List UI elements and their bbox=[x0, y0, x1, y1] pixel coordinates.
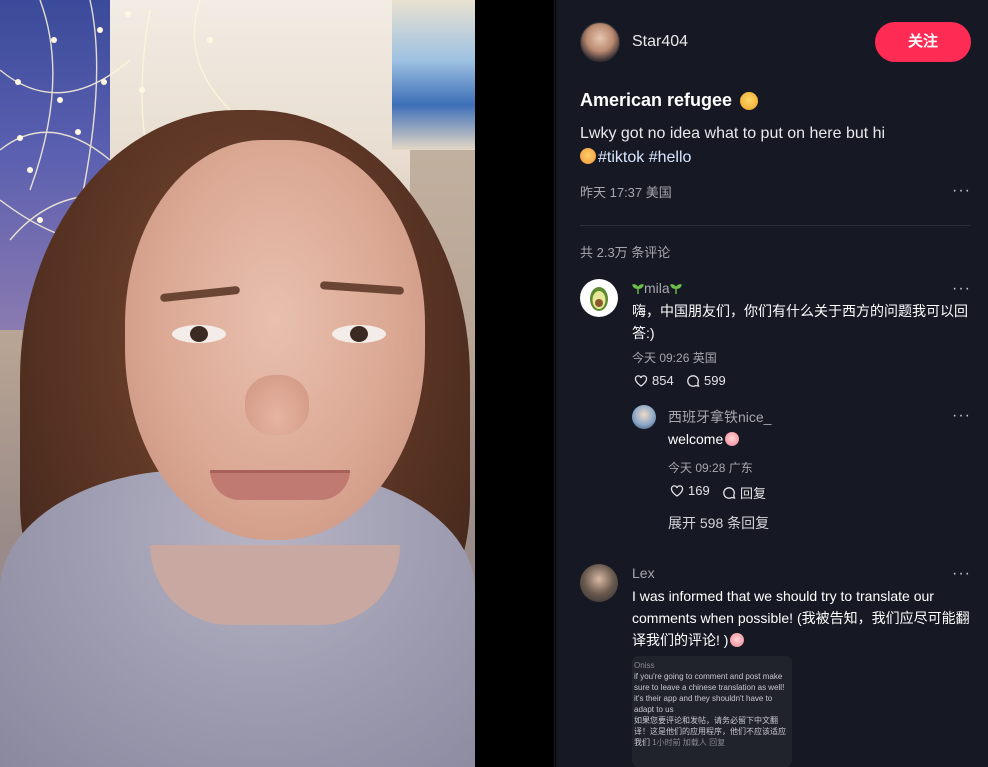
post-title: American refugee bbox=[580, 90, 733, 110]
sprout-icon bbox=[669, 284, 682, 294]
author-name[interactable]: Star404 bbox=[632, 33, 688, 51]
author-info[interactable]: Star404 bbox=[580, 22, 688, 62]
avocado-icon[interactable] bbox=[580, 279, 618, 317]
screenshot-username: Oniss bbox=[634, 661, 655, 670]
author-avatar[interactable] bbox=[580, 22, 620, 62]
expand-replies-button[interactable]: 展开 598 条回复 bbox=[668, 513, 769, 533]
reply-meta: 今天 09:28 广东 bbox=[668, 461, 753, 475]
more-icon[interactable]: ··· bbox=[952, 565, 971, 583]
like-button[interactable]: 169 bbox=[670, 483, 710, 498]
video-player[interactable] bbox=[0, 0, 475, 767]
reply-button[interactable]: 回复 bbox=[722, 483, 766, 502]
more-icon[interactable]: ··· bbox=[952, 407, 971, 425]
nose bbox=[245, 375, 309, 435]
reply-avatar[interactable] bbox=[632, 405, 656, 429]
like-button[interactable]: 854 bbox=[634, 373, 674, 388]
face-emoji-icon bbox=[740, 91, 759, 110]
smile bbox=[210, 470, 350, 500]
comment-avatar[interactable] bbox=[580, 564, 618, 602]
screenshot-line: 译！这是他们的应用程序，他们不应该适应 bbox=[634, 727, 786, 736]
post-description-text: Lwky got no idea what to put on here but… bbox=[580, 125, 886, 142]
post-title-row: American refugee bbox=[580, 90, 759, 111]
reply-count: 599 bbox=[704, 373, 726, 388]
reply-text: welcome bbox=[668, 428, 740, 450]
screenshot-line: 如果您要评论和发帖，请务必留下中文翻 bbox=[634, 716, 778, 725]
background-poster bbox=[392, 0, 475, 150]
hashtag-link[interactable]: #tiktok bbox=[598, 149, 644, 166]
screenshot-line: it's their app and they shouldn't have t… bbox=[634, 694, 773, 703]
comment-text: I was informed that we should try to tra… bbox=[632, 588, 970, 648]
like-count: 854 bbox=[652, 373, 674, 388]
like-count: 169 bbox=[688, 483, 710, 498]
follow-button[interactable]: 关注 bbox=[875, 22, 971, 62]
screenshot-line: sure to leave a chinese translation as w… bbox=[634, 683, 785, 692]
comment-bubble-icon bbox=[687, 374, 700, 387]
raising-hand-emoji-icon bbox=[580, 148, 596, 164]
reply-button[interactable]: 599 bbox=[686, 373, 726, 388]
post-description: Lwky got no idea what to put on here but… bbox=[580, 122, 960, 170]
comment-author-name[interactable]: mila bbox=[632, 280, 682, 296]
reply-label: 回复 bbox=[740, 486, 767, 501]
blush-emoji-icon bbox=[725, 432, 740, 446]
comment-panel: Star404 关注 American refugee Lwky got no … bbox=[556, 0, 988, 767]
sprout-icon bbox=[632, 284, 644, 294]
comment-author-name[interactable]: Lex bbox=[632, 565, 655, 581]
screenshot-line: if you're going to comment and post make bbox=[634, 672, 783, 681]
hashtag-link[interactable]: #hello bbox=[649, 149, 692, 166]
comment-meta: 今天 09:26 英国 bbox=[632, 351, 717, 365]
comment-text: 嗨，中国朋友们，你们有什么关于西方的问题我可以回答:) bbox=[632, 303, 968, 341]
screenshot-line: adapt to us bbox=[634, 705, 674, 714]
comment-image[interactable]: Oniss if you're going to comment and pos… bbox=[632, 656, 792, 767]
post-meta: 昨天 17:37 美国 bbox=[580, 185, 672, 200]
blush-emoji-icon bbox=[730, 633, 745, 647]
reply-author-name[interactable]: 西班牙拿铁nice_ bbox=[668, 407, 771, 427]
heart-icon bbox=[670, 484, 684, 497]
divider bbox=[580, 225, 970, 226]
screenshot-line: 我们 1小时前 加载人 回复 bbox=[634, 738, 726, 747]
heart-icon bbox=[634, 374, 648, 387]
left-eye bbox=[172, 325, 226, 343]
comment-bubble-icon bbox=[723, 486, 736, 499]
more-icon[interactable]: ··· bbox=[952, 280, 971, 298]
right-eye bbox=[332, 325, 386, 343]
more-icon[interactable]: ··· bbox=[952, 182, 971, 200]
comment-count: 共 2.3万 条评论 bbox=[580, 245, 671, 260]
video-gutter bbox=[475, 0, 555, 767]
